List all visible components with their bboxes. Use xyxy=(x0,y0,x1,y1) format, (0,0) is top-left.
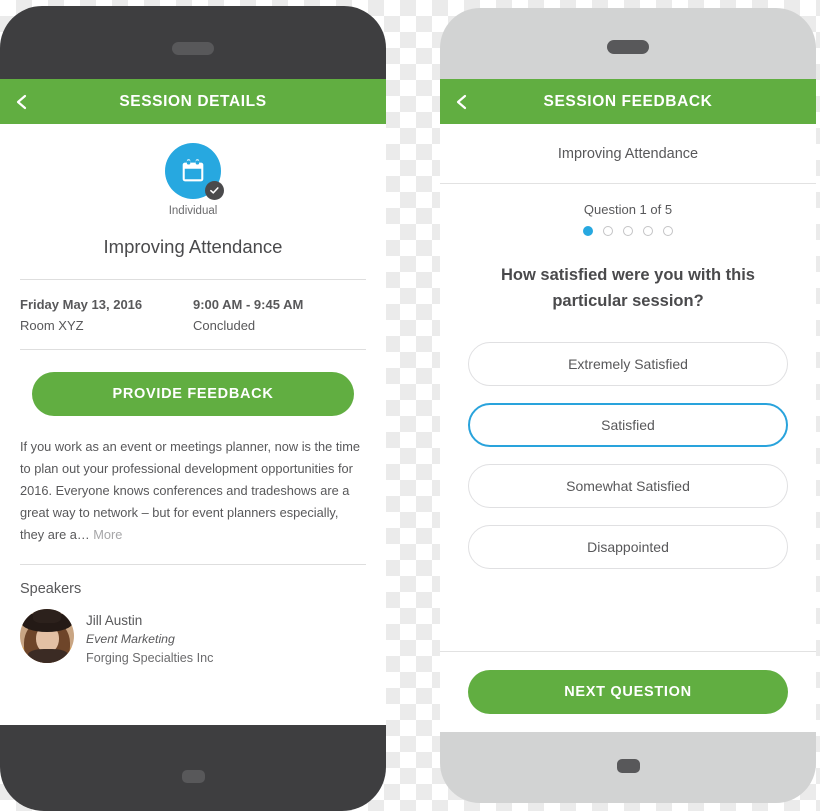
screen-session-details: SESSION DETAILS Individual Improving Att… xyxy=(0,79,386,725)
session-description: If you work as an event or meetings plan… xyxy=(20,436,366,564)
chevron-left-icon[interactable] xyxy=(453,93,471,111)
session-type-block: Individual xyxy=(20,124,366,217)
session-room: Room XYZ xyxy=(20,318,84,333)
answer-option-satisfied[interactable]: Satisfied xyxy=(468,403,788,447)
question-counter: Question 1 of 5 xyxy=(583,202,673,217)
session-time: 9:00 AM - 9:45 AM xyxy=(193,297,304,312)
progress-dot-1[interactable] xyxy=(583,226,593,236)
screen-session-feedback: SESSION FEEDBACK Improving Attendance Qu… xyxy=(440,79,816,732)
session-meta: Friday May 13, 2016 Room XYZ 9:00 AM - 9… xyxy=(20,280,366,349)
speakers-heading: Speakers xyxy=(20,581,82,597)
session-title: Improving Attendance xyxy=(103,236,283,257)
phone-session-feedback: SESSION FEEDBACK Improving Attendance Qu… xyxy=(440,8,816,803)
session-type-icon-wrap xyxy=(165,143,224,200)
appbar-title-right: SESSION FEEDBACK xyxy=(543,92,713,110)
appbar-session-details: SESSION DETAILS xyxy=(0,79,386,124)
home-button-left[interactable] xyxy=(182,770,205,783)
earpiece-speaker xyxy=(607,40,649,54)
meta-col-right: 9:00 AM - 9:45 AM Concluded xyxy=(193,294,366,336)
speaker-list-item[interactable]: Jill Austin Event Marketing Forging Spec… xyxy=(20,609,366,668)
avatar xyxy=(20,609,74,663)
session-type-label: Individual xyxy=(168,205,218,217)
appbar-title-left: SESSION DETAILS xyxy=(119,92,267,110)
speaker-role: Event Marketing xyxy=(86,632,175,646)
phone-session-details: SESSION DETAILS Individual Improving Att… xyxy=(0,6,386,811)
answer-option-somewhat-satisfied[interactable]: Somewhat Satisfied xyxy=(468,464,788,508)
provide-feedback-button[interactable]: PROVIDE FEEDBACK xyxy=(32,372,354,416)
answer-option-disappointed[interactable]: Disappointed xyxy=(468,525,788,569)
session-status: Concluded xyxy=(193,318,256,333)
earpiece-speaker xyxy=(172,42,214,55)
progress-dot-5[interactable] xyxy=(663,226,673,236)
session-details-body: Individual Improving Attendance Friday M… xyxy=(0,124,386,725)
home-button-right[interactable] xyxy=(617,759,640,773)
provide-feedback-wrap: PROVIDE FEEDBACK xyxy=(20,350,366,436)
appbar-session-feedback: SESSION FEEDBACK xyxy=(440,79,816,124)
speaker-name: Jill Austin xyxy=(86,613,143,628)
speaker-meta: Jill Austin Event Marketing Forging Spec… xyxy=(86,609,213,668)
progress-dot-2[interactable] xyxy=(603,226,613,236)
meta-col-left: Friday May 13, 2016 Room XYZ xyxy=(20,294,193,336)
speaker-organization: Forging Specialties Inc xyxy=(86,651,214,665)
progress-dot-4[interactable] xyxy=(643,226,653,236)
check-circle-icon xyxy=(205,181,224,200)
feedback-footer: NEXT QUESTION xyxy=(440,651,816,732)
question-progress-dots xyxy=(440,217,816,236)
answer-option-extremely-satisfied[interactable]: Extremely Satisfied xyxy=(468,342,788,386)
question-text: How satisfied were you with this particu… xyxy=(501,266,755,310)
session-description-text: If you work as an event or meetings plan… xyxy=(20,439,361,542)
session-date: Friday May 13, 2016 xyxy=(20,297,143,312)
more-link[interactable]: More xyxy=(93,527,122,542)
chevron-left-icon[interactable] xyxy=(13,93,31,111)
feedback-session-name: Improving Attendance xyxy=(440,124,816,184)
progress-dot-3[interactable] xyxy=(623,226,633,236)
feedback-main: Question 1 of 5 How satisfied were you w… xyxy=(440,184,816,651)
next-question-button[interactable]: NEXT QUESTION xyxy=(468,670,788,714)
answer-options: Extremely Satisfied Satisfied Somewhat S… xyxy=(440,314,816,586)
